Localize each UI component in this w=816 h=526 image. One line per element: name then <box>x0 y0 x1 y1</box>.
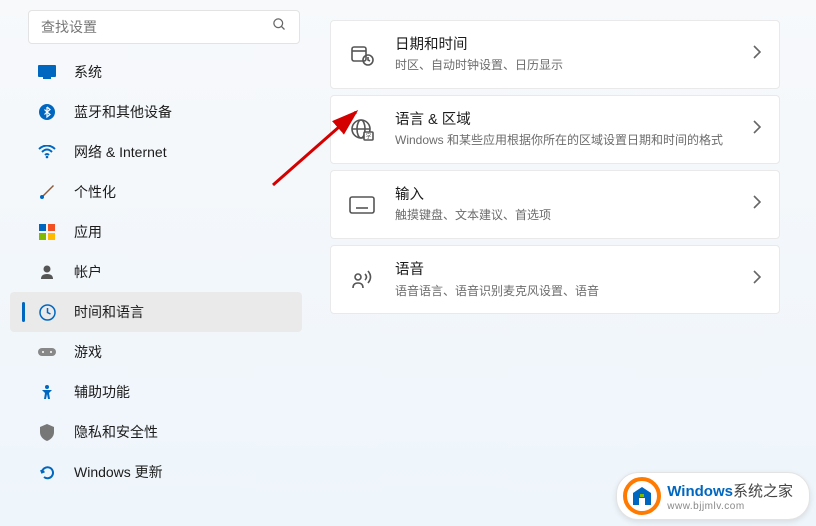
sidebar-label: 个性化 <box>74 182 116 202</box>
sidebar-label: 应用 <box>74 222 102 242</box>
sidebar-item-time-language[interactable]: 时间和语言 <box>10 292 302 332</box>
card-title: 语音 <box>395 260 753 280</box>
user-icon <box>38 263 56 281</box>
sidebar-item-bluetooth[interactable]: 蓝牙和其他设备 <box>10 92 302 132</box>
apps-icon <box>38 223 56 241</box>
sidebar-item-privacy[interactable]: 隐私和安全性 <box>10 412 302 452</box>
sidebar: 系统 蓝牙和其他设备 网络 & Internet 个性化 应用 帐户 <box>0 0 330 526</box>
sidebar-item-network[interactable]: 网络 & Internet <box>10 132 302 172</box>
update-icon <box>38 463 56 481</box>
sidebar-label: 蓝牙和其他设备 <box>74 102 172 122</box>
sidebar-item-accessibility[interactable]: 辅助功能 <box>10 372 302 412</box>
card-sub: Windows 和某些应用根据你所在的区域设置日期和时间的格式 <box>395 132 753 149</box>
sidebar-item-windows-update[interactable]: Windows 更新 <box>10 452 302 492</box>
brush-icon <box>38 183 56 201</box>
sidebar-item-gaming[interactable]: 游戏 <box>10 332 302 372</box>
bluetooth-icon <box>38 103 56 121</box>
watermark: Windows系统之家 www.bjjmlv.com <box>616 472 810 520</box>
gamepad-icon <box>38 343 56 361</box>
chevron-right-icon <box>753 120 761 139</box>
clock-globe-icon <box>38 303 56 321</box>
sidebar-label: 隐私和安全性 <box>74 422 158 442</box>
search-box[interactable] <box>28 10 300 44</box>
sidebar-item-system[interactable]: 系统 <box>10 52 302 92</box>
card-title: 语言 & 区域 <box>395 110 753 130</box>
chevron-right-icon <box>753 270 761 289</box>
search-icon <box>272 17 287 37</box>
card-language-region[interactable]: 字 语言 & 区域 Windows 和某些应用根据你所在的区域设置日期和时间的格… <box>330 95 780 164</box>
shield-icon <box>38 423 56 441</box>
chevron-right-icon <box>753 45 761 64</box>
svg-text:字: 字 <box>365 132 371 140</box>
sidebar-label: 系统 <box>74 62 102 82</box>
accessibility-icon <box>38 383 56 401</box>
sidebar-label: 网络 & Internet <box>74 142 167 162</box>
sidebar-label: 辅助功能 <box>74 382 130 402</box>
sidebar-label: 帐户 <box>74 262 102 282</box>
sidebar-item-accounts[interactable]: 帐户 <box>10 252 302 292</box>
watermark-suffix: 系统之家 <box>733 483 793 500</box>
watermark-url: www.bjjmlv.com <box>667 501 793 512</box>
card-sub: 语音语言、语音识别麦克风设置、语音 <box>395 283 753 300</box>
search-input[interactable] <box>41 19 272 35</box>
keyboard-icon <box>349 192 375 218</box>
card-sub: 触摸键盘、文本建议、首选项 <box>395 207 753 224</box>
system-icon <box>38 63 56 81</box>
watermark-logo-icon <box>623 477 661 515</box>
watermark-brand: Windows <box>667 483 733 500</box>
speech-icon <box>349 267 375 293</box>
calendar-clock-icon <box>349 42 375 68</box>
card-input[interactable]: 输入 触摸键盘、文本建议、首选项 <box>330 170 780 239</box>
globe-lang-icon: 字 <box>349 117 375 143</box>
sidebar-item-personalization[interactable]: 个性化 <box>10 172 302 212</box>
card-date-time[interactable]: 日期和时间 时区、自动时钟设置、日历显示 <box>330 20 780 89</box>
chevron-right-icon <box>753 195 761 214</box>
card-title: 输入 <box>395 185 753 205</box>
card-speech[interactable]: 语音 语音语言、语音识别麦克风设置、语音 <box>330 245 780 314</box>
content-area: 日期和时间 时区、自动时钟设置、日历显示 字 语言 & 区域 Windows 和… <box>330 0 816 526</box>
card-sub: 时区、自动时钟设置、日历显示 <box>395 57 753 74</box>
sidebar-label: 时间和语言 <box>74 302 144 322</box>
sidebar-label: Windows 更新 <box>74 462 163 482</box>
sidebar-item-apps[interactable]: 应用 <box>10 212 302 252</box>
card-title: 日期和时间 <box>395 35 753 55</box>
sidebar-label: 游戏 <box>74 342 102 362</box>
wifi-icon <box>38 143 56 161</box>
